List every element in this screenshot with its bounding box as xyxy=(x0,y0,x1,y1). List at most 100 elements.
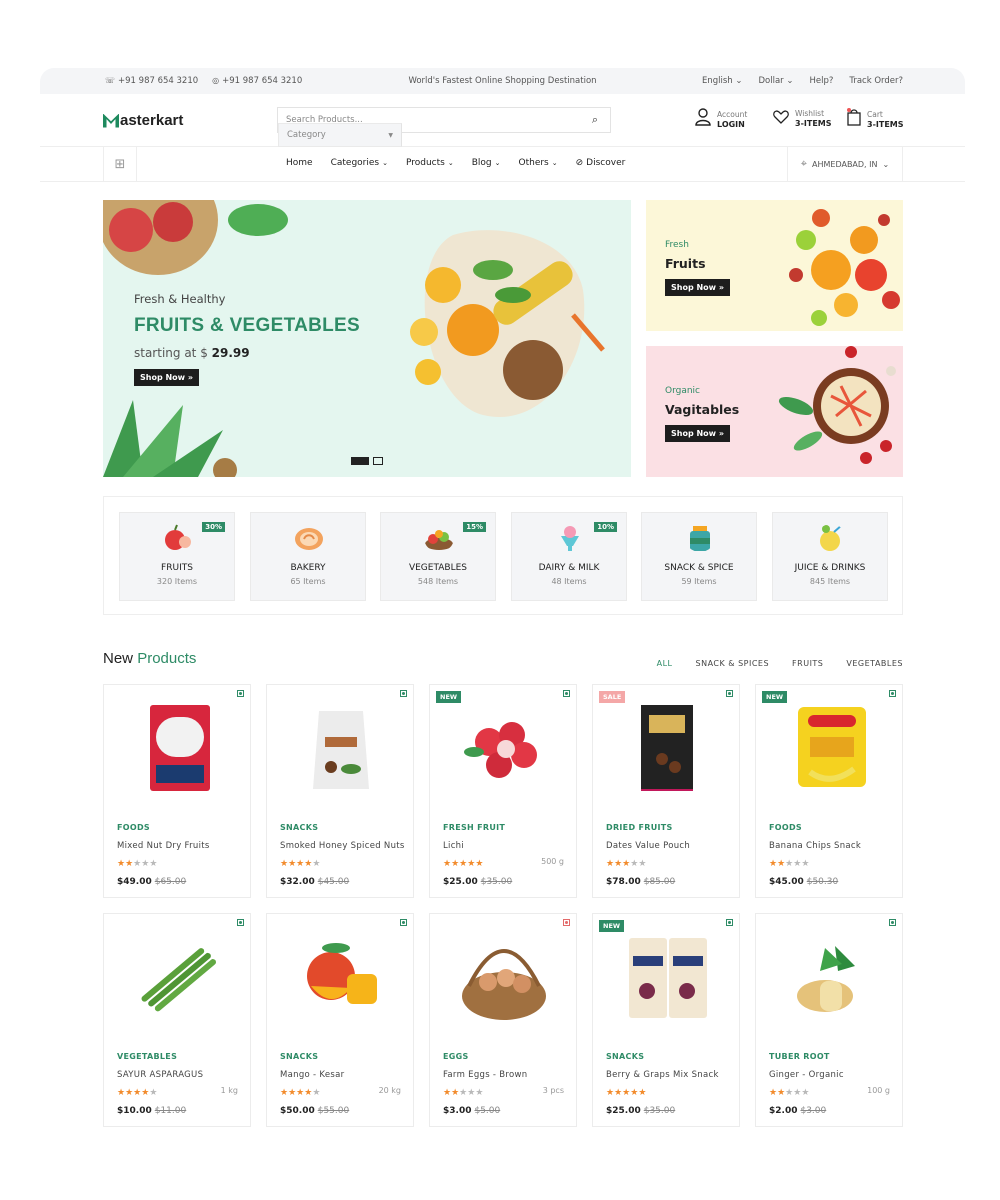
product-price: $2.00 $3.00 xyxy=(769,1106,827,1116)
cart-bag-icon xyxy=(847,108,861,131)
product-card[interactable]: SNACKS Smoked Honey Spiced Nuts ★★★★★ $32.0… xyxy=(266,684,414,898)
star-icon: ★ xyxy=(638,1088,647,1098)
logo[interactable]: asterkart xyxy=(103,112,183,129)
product-category: FOODS xyxy=(117,823,150,832)
star-icon: ★ xyxy=(125,859,134,869)
nav-home[interactable]: Home xyxy=(286,158,313,168)
product-card[interactable]: SNACKS Mango - Kesar ★★★★★ 20 kg $50.00 $55.0… xyxy=(266,913,414,1127)
product-name[interactable]: Mixed Nut Dry Fruits xyxy=(117,841,243,851)
search-icon: ⌕ xyxy=(591,113,599,126)
location-select[interactable]: ⌖ AHMEDABAD, IN ⌄ xyxy=(787,147,903,181)
bread-icon xyxy=(295,528,323,550)
hero-shop-now-button[interactable]: Shop Now » xyxy=(134,369,199,386)
product-name[interactable]: SAYUR ASPARAGUS xyxy=(117,1070,243,1080)
product-old-price: $5.00 xyxy=(474,1106,501,1116)
star-icon: ★ xyxy=(801,1088,810,1098)
product-card[interactable]: EGGS Farm Eggs - Brown ★★★★★ 3 pcs $3.00 $5.0… xyxy=(429,913,577,1127)
product-card[interactable]: TUBER ROOT Ginger - Organic ★★★★★ 100 g $2.0… xyxy=(755,913,903,1127)
filter-tab-fruits[interactable]: FRUITS xyxy=(792,659,823,668)
side-banner-vegetables[interactable]: Organic Vagitables Shop Now » xyxy=(646,346,903,477)
product-old-price: $35.00 xyxy=(643,1106,676,1116)
product-name[interactable]: Banana Chips Snack xyxy=(769,841,895,851)
side-banner-vegetables-button[interactable]: Shop Now » xyxy=(665,425,730,442)
category-name: SNACK & SPICE xyxy=(664,563,734,573)
chevron-down-icon: ⌄ xyxy=(735,76,743,86)
product-card[interactable]: SALE DRIED FRUITS Dates Value Pouch ★★★★★ $7… xyxy=(592,684,740,898)
category-select[interactable]: Category ▼ xyxy=(278,123,402,147)
side-banner-vegetables-small: Organic xyxy=(665,386,701,396)
product-name[interactable]: Smoked Honey Spiced Nuts xyxy=(280,841,406,851)
product-name[interactable]: Farm Eggs - Brown xyxy=(443,1070,569,1080)
star-icon: ★ xyxy=(606,1088,615,1098)
product-name[interactable]: Mango - Kesar xyxy=(280,1070,406,1080)
product-rating: ★★★★★ xyxy=(606,859,646,869)
wishlist-link[interactable]: Wishlist 3-ITEMS xyxy=(773,108,832,129)
product-rating: ★★★★★ xyxy=(117,1088,157,1098)
nav-categories[interactable]: Categories ⌄ xyxy=(331,158,388,168)
category-vegetables[interactable]: 15% VEGETABLES 548 Items xyxy=(380,512,496,601)
veg-indicator-icon xyxy=(726,919,733,926)
language-select[interactable]: English ⌄ xyxy=(702,76,743,86)
product-weight: 500 g xyxy=(541,857,564,866)
product-weight: 3 pcs xyxy=(542,1086,564,1095)
hero-subtitle: Fresh & Healthy xyxy=(134,292,226,306)
currency-select[interactable]: Dollar ⌄ xyxy=(758,76,793,86)
product-card[interactable]: NEW SNACKS Berry & Graps Mix Snack ★★★★★ $25… xyxy=(592,913,740,1127)
side-banner-fruits-button[interactable]: Shop Now » xyxy=(665,279,730,296)
help-link[interactable]: Help? xyxy=(809,76,833,86)
jar-icon xyxy=(690,526,710,551)
category-grid-button[interactable]: ⊞ xyxy=(103,147,137,181)
star-icon: ★ xyxy=(769,859,778,869)
product-image xyxy=(462,949,546,1020)
product-rating: ★★★★★ xyxy=(606,1088,646,1098)
product-name[interactable]: Berry & Graps Mix Snack xyxy=(606,1070,732,1080)
track-order-link[interactable]: Track Order? xyxy=(849,76,903,86)
product-rating: ★★★★★ xyxy=(443,1088,483,1098)
filter-tab-snack-spices[interactable]: SNACK & SPICES xyxy=(696,659,770,668)
product-old-price: $45.00 xyxy=(317,877,350,887)
slider-dot[interactable] xyxy=(373,457,383,465)
product-price: $50.00 $55.00 xyxy=(280,1106,350,1116)
category-fruits[interactable]: 30% FRUITS 320 Items xyxy=(119,512,235,601)
product-card[interactable]: VEGETABLES SAYUR ASPARAGUS ★★★★★ 1 kg $10.00… xyxy=(103,913,251,1127)
filter-tab-all[interactable]: ALL xyxy=(657,659,673,668)
product-name[interactable]: Ginger - Organic xyxy=(769,1070,895,1080)
star-icon: ★ xyxy=(312,859,321,869)
nav-discover[interactable]: ⊘ Discover xyxy=(576,158,626,168)
vegetables-icon xyxy=(425,530,453,550)
star-icon: ★ xyxy=(777,859,786,869)
slider-dots xyxy=(351,457,383,465)
nav-products[interactable]: Products ⌄ xyxy=(406,158,454,168)
category-juice-drinks[interactable]: JUICE & DRINKS 845 Items xyxy=(772,512,888,601)
product-price: $78.00 $85.00 xyxy=(606,877,676,887)
category-name: DAIRY & MILK xyxy=(538,563,600,573)
star-icon: ★ xyxy=(475,1088,484,1098)
product-price: $25.00 $35.00 xyxy=(443,877,513,887)
nav-blog[interactable]: Blog ⌄ xyxy=(472,158,501,168)
product-tag-badge: NEW xyxy=(436,691,462,703)
hero-banner[interactable]: Fresh & Healthy FRUITS & VEGETABLES star… xyxy=(103,200,631,477)
category-snack-spice[interactable]: SNACK & SPICE 59 Items xyxy=(641,512,757,601)
nav-others[interactable]: Others ⌄ xyxy=(519,158,558,168)
filter-tab-vegetables[interactable]: VEGETABLES xyxy=(846,659,903,668)
product-price: $32.00 $45.00 xyxy=(280,877,350,887)
category-bakery[interactable]: BAKERY 65 Items xyxy=(250,512,366,601)
product-card[interactable]: NEW FRESH FRUIT Lichi ★★★★★ 500 g $25.00 $35.0… xyxy=(429,684,577,898)
slider-dot-active[interactable] xyxy=(351,457,369,465)
product-card[interactable]: FOODS Mixed Nut Dry Fruits ★★★★★ $49.00 $65.… xyxy=(103,684,251,898)
product-image xyxy=(307,943,377,1004)
veg-indicator-icon xyxy=(400,690,407,697)
search-button[interactable]: ⌕ xyxy=(580,113,610,127)
star-icon: ★ xyxy=(117,1088,126,1098)
product-name[interactable]: Lichi xyxy=(443,841,569,851)
star-icon: ★ xyxy=(288,859,297,869)
star-icon: ★ xyxy=(777,1088,786,1098)
hero-price: starting at $ 29.99 xyxy=(134,346,250,360)
product-name[interactable]: Dates Value Pouch xyxy=(606,841,732,851)
cart-link[interactable]: Cart 3-ITEMS xyxy=(847,108,904,131)
product-card[interactable]: NEW FOODS Banana Chips Snack ★★★★★ $45.00 $50… xyxy=(755,684,903,898)
location-pin-icon: ⌖ xyxy=(800,157,807,170)
side-banner-fruits[interactable]: Fresh Fruits Shop Now » xyxy=(646,200,903,331)
account-link[interactable]: Account LOGIN xyxy=(695,108,747,131)
category-dairy-milk[interactable]: 10% DAIRY & MILK 48 Items xyxy=(511,512,627,601)
